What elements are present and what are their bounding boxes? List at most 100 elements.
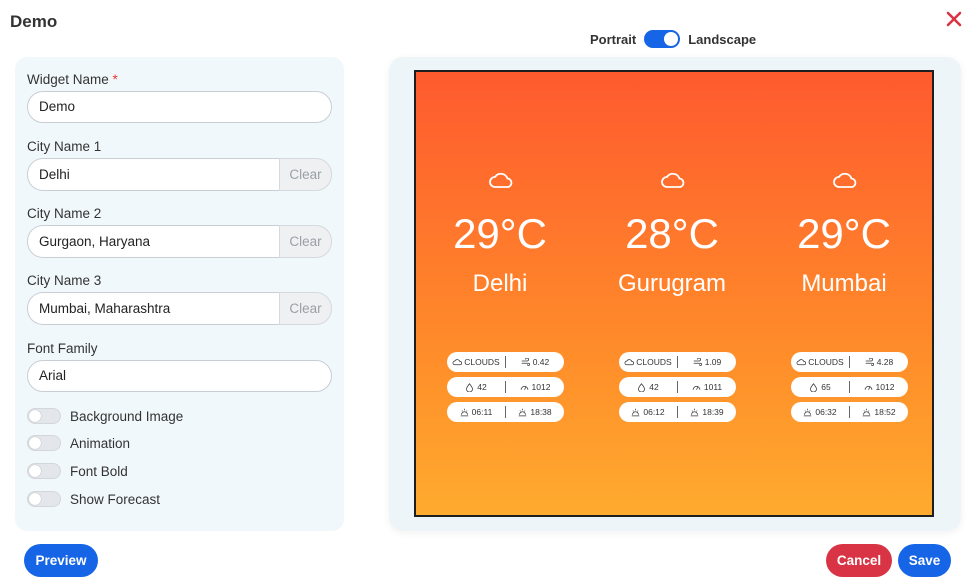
temperature: 28°C (625, 210, 719, 257)
condition-wind-pill: CLOUDS 4.28 (791, 352, 908, 372)
wind-icon (521, 357, 533, 367)
condition-wind-pill: CLOUDS 0.42 (447, 352, 564, 372)
pressure-icon (692, 383, 704, 392)
wind-value: 0.42 (532, 357, 550, 367)
preview-button[interactable]: Preview (24, 544, 98, 577)
switch[interactable] (27, 408, 61, 424)
condition: CLOUDS (619, 357, 677, 367)
toggle-show-forecast[interactable]: Show Forecast (27, 491, 160, 507)
sunrise-icon (803, 408, 815, 417)
humidity-icon (809, 382, 821, 392)
pressure-icon (864, 383, 876, 392)
sun-times-pill: 06:32 18:52 (791, 402, 908, 422)
sunrise-icon (631, 408, 643, 417)
city3-group: Mumbai, Maharashtra Clear (27, 292, 332, 325)
city-column: 29°C Delhi CLOUDS 0.42 42 1012 06:11 18:38 (420, 72, 580, 515)
orientation-switch: Portrait Landscape (590, 30, 756, 48)
sunset-icon (862, 408, 874, 417)
portrait-label: Portrait (590, 31, 637, 47)
condition-text: CLOUDS (636, 357, 672, 367)
sunset-value: 18:52 (874, 407, 896, 417)
sun-times-pill: 06:12 18:39 (619, 402, 736, 422)
switch[interactable] (27, 435, 61, 451)
switch-knob (29, 493, 41, 505)
pressure-value: 1011 (703, 382, 723, 392)
sunset: 18:52 (850, 407, 908, 417)
pressure: 1012 (850, 382, 908, 392)
widget-name-label-text: Widget Name (27, 72, 109, 87)
toggle-knob (664, 32, 679, 46)
city1-clear-button[interactable]: Clear (279, 158, 332, 191)
city3-clear-button[interactable]: Clear (279, 292, 332, 325)
humidity-value: 65 (821, 382, 831, 392)
humidity-icon (637, 382, 649, 392)
sunset-value: 18:39 (702, 407, 724, 417)
pressure-value: 1012 (875, 382, 895, 392)
sun-times-pill: 06:11 18:38 (447, 402, 564, 422)
sunset-value: 18:38 (530, 407, 552, 417)
city-name: Gurugram (617, 270, 727, 297)
wind: 4.28 (850, 357, 908, 367)
city-name: Mumbai (801, 270, 887, 297)
pressure: 1011 (678, 382, 736, 392)
close-icon[interactable] (944, 9, 964, 29)
pressure-value: 1012 (531, 382, 551, 392)
font-family-input[interactable]: Arial (27, 360, 332, 392)
toggle-label: Background Image (70, 408, 184, 424)
humidity-value: 42 (477, 382, 487, 392)
condition-text: CLOUDS (464, 357, 500, 367)
humidity-pressure-pill: 65 1012 (791, 377, 908, 397)
wind-value: 4.28 (876, 357, 894, 367)
font-family-label: Font Family (27, 341, 98, 356)
condition-text: CLOUDS (808, 357, 844, 367)
sunrise: 06:32 (791, 407, 849, 417)
wind-icon (865, 357, 877, 367)
widget-name-label: Widget Name * (27, 72, 118, 87)
humidity-value: 42 (649, 382, 659, 392)
toggle-font-bold[interactable]: Font Bold (27, 463, 128, 479)
sunrise-value: 06:12 (643, 407, 665, 417)
cloud-small-icon (452, 358, 464, 366)
city2-input[interactable]: Gurgaon, Haryana (27, 225, 279, 258)
switch[interactable] (27, 491, 61, 507)
settings-panel: Widget Name * Demo City Name 1 Delhi Cle… (15, 57, 344, 531)
sunrise-value: 06:32 (815, 407, 837, 417)
landscape-label: Landscape (688, 31, 757, 47)
switch-knob (29, 437, 41, 449)
toggle-animation[interactable]: Animation (27, 435, 130, 451)
sunset-icon (690, 408, 702, 417)
sunset: 18:38 (506, 407, 564, 417)
switch[interactable] (27, 463, 61, 479)
required-mark: * (112, 72, 118, 87)
city3-label: City Name 3 (27, 273, 102, 288)
widget-name-input[interactable]: Demo (27, 91, 332, 123)
temperature: 29°C (453, 210, 547, 257)
condition: CLOUDS (791, 357, 849, 367)
sunset-icon (518, 408, 530, 417)
city2-clear-button[interactable]: Clear (279, 225, 332, 258)
cloud-icon (489, 172, 513, 188)
cloud-icon (833, 172, 857, 188)
humidity-icon (465, 382, 477, 392)
sunrise-icon (460, 408, 472, 417)
city2-label: City Name 2 (27, 206, 102, 221)
orientation-toggle[interactable] (644, 30, 681, 48)
toggle-background-image[interactable]: Background Image (27, 408, 183, 424)
cloud-small-icon (796, 358, 808, 366)
city3-input[interactable]: Mumbai, Maharashtra (27, 292, 279, 325)
wind-value: 1.09 (704, 357, 722, 367)
dialog-title: Demo (10, 12, 58, 31)
humidity-pressure-pill: 42 1012 (447, 377, 564, 397)
humidity: 65 (791, 382, 849, 392)
cancel-button[interactable]: Cancel (826, 544, 892, 577)
sunrise: 06:11 (447, 407, 505, 417)
save-button[interactable]: Save (898, 544, 951, 577)
city-column: 29°C Mumbai CLOUDS 4.28 65 1012 06:32 18:52 (764, 72, 924, 515)
cloud-small-icon (624, 358, 636, 366)
toggle-label: Show Forecast (70, 491, 161, 507)
temperature: 29°C (797, 210, 891, 257)
city1-input[interactable]: Delhi (27, 158, 279, 191)
pressure-icon (520, 383, 532, 392)
city1-group: Delhi Clear (27, 158, 332, 191)
toggle-label: Font Bold (70, 463, 128, 479)
